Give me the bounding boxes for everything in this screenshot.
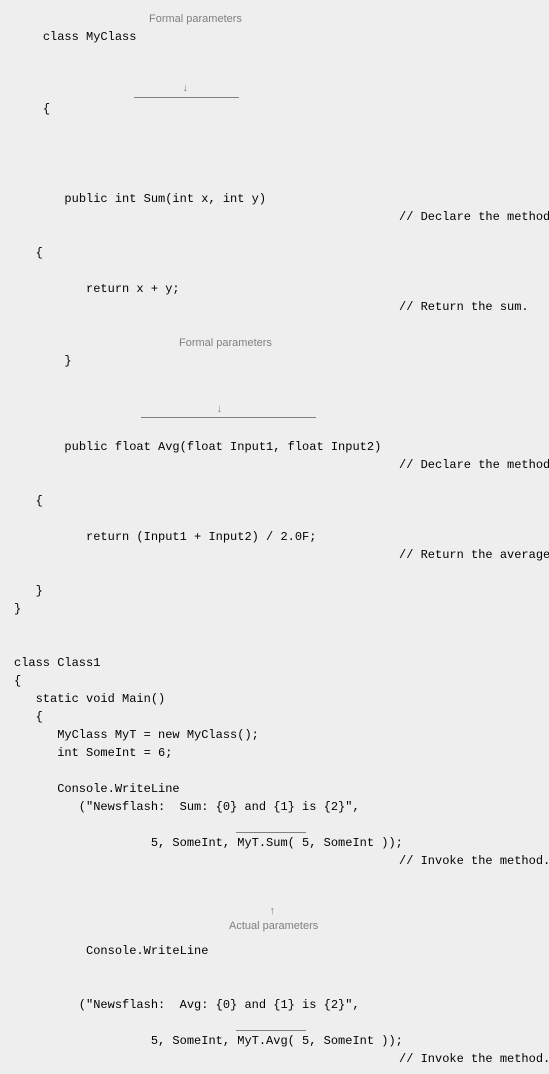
code-text: Console.WriteLine [14,782,180,796]
comment: // Invoke the method. [399,1050,549,1068]
blank-line [14,762,535,780]
blank-line [14,636,535,654]
arrow-down-icon: ↓ [182,84,189,95]
brace-line [134,97,239,98]
spacer: ↓ [14,406,535,420]
arrow-up-icon: ↑ [269,907,276,918]
code-text: MyClass MyT = new MyClass(); [14,728,259,742]
code-line: ("Newsflash: Avg: {0} and {1} is {2}", [14,996,535,1014]
code-text: public int Sum(int x, int y) [43,192,266,206]
annotation-actual-params-1: Actual parameters [229,918,318,935]
code-text: static void Main() [14,692,165,706]
code-text: class Class1 [14,656,100,670]
annotation-formal-params-2: Formal parameters [179,335,272,352]
code-line: } [14,582,535,600]
code-line: { [14,492,535,510]
code-line: 5, SomeInt, MyT.Sum( 5, SomeInt )); // I… [14,816,535,906]
code-text: public float Avg(float Input1, float Inp… [43,440,381,454]
code-text: { [14,710,43,724]
code-text: 5, SomeInt, MyT.Avg( 5, SomeInt )); [43,1034,403,1048]
code-text: return x + y; [43,282,180,296]
code-line: class MyClass Formal parameters [14,10,535,82]
code-line: public int Sum(int x, int y) // Declare … [14,172,535,244]
code-text: { [14,246,43,260]
code-line: ("Newsflash: Sum: {0} and {1} is {2}", [14,798,535,816]
code-line: 5, SomeInt, MyT.Avg( 5, SomeInt )); // I… [14,1014,535,1074]
comment: // Return the sum. [399,298,529,316]
code-line: public float Avg(float Input1, float Inp… [14,420,535,492]
annotation-formal-params-1: Formal parameters [149,11,242,28]
code-line: static void Main() [14,690,535,708]
code-line: { [14,672,535,690]
code-line: class Class1 [14,654,535,672]
code-line: return x + y; // Return the sum. [14,262,535,334]
code-text: } [14,602,21,616]
arrow-down-icon: ↓ [216,405,223,416]
code-line: { [14,244,535,262]
code-line: } [14,600,535,618]
comment: // Invoke the method. [399,852,549,870]
comment: // Return the average. [399,546,549,564]
code-block: class MyClass Formal parameters { ↓ publ… [14,10,535,1074]
code-text: { [43,102,50,116]
code-line: { [14,708,535,726]
code-text: ("Newsflash: Avg: {0} and {1} is {2}", [14,998,360,1012]
brace-line [236,832,306,833]
code-line: Console.WriteLine [14,780,535,798]
comment: // Declare the method. [399,208,549,226]
code-line: } Formal parameters [14,334,535,406]
code-text: 5, SomeInt, MyT.Sum( 5, SomeInt )); [43,836,403,850]
brace-line [141,417,316,418]
code-line: MyClass MyT = new MyClass(); [14,726,535,744]
code-text: { [14,674,21,688]
code-line: { ↓ [14,82,535,172]
code-text: } [14,584,43,598]
code-line: return (Input1 + Input2) / 2.0F; // Retu… [14,510,535,582]
code-text: { [14,494,43,508]
code-line: Console.WriteLine Actual parameters [14,924,535,996]
code-text: class MyClass [43,30,137,44]
brace-line [236,1030,306,1031]
blank-line [14,618,535,636]
code-line: int SomeInt = 6; [14,744,535,762]
comment: // Declare the method. [399,456,549,474]
code-text: Console.WriteLine [43,944,209,958]
code-text: ("Newsflash: Sum: {0} and {1} is {2}", [14,800,360,814]
code-text: return (Input1 + Input2) / 2.0F; [43,530,317,544]
code-text: } [43,354,72,368]
code-text: int SomeInt = 6; [14,746,172,760]
